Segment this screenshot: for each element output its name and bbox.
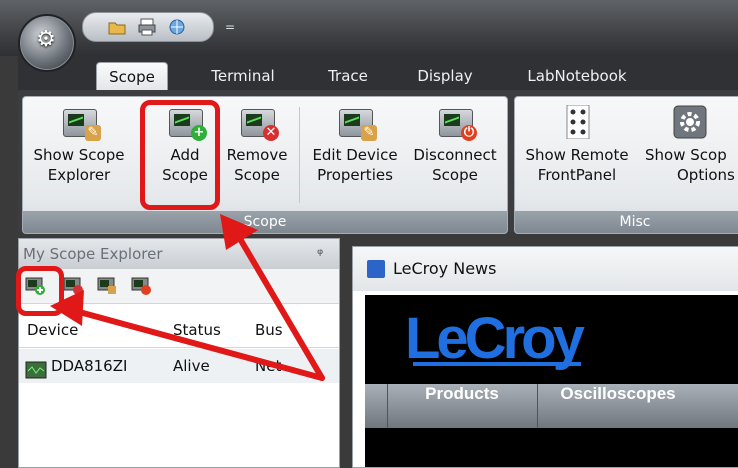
- quick-access-toolbar: [82, 12, 214, 42]
- scope-group: ✎ Show Scope Explorer + Add Scope ✕ Remo…: [22, 96, 508, 234]
- table-row[interactable]: DDA816ZI Alive Net: [19, 349, 339, 383]
- news-title-bar: LeCroy News: [353, 247, 738, 291]
- scope-explorer-icon: ✎: [59, 105, 101, 141]
- table-header: Device Status Bus: [19, 313, 339, 348]
- pin-icon[interactable]: ᵠ: [317, 239, 323, 269]
- disconnect-scope-icon[interactable]: [131, 277, 151, 295]
- button-label: Disconnect: [413, 146, 497, 164]
- scope-explorer-panel: My Scope Explorer ᵠ Device Status Bus DD…: [18, 238, 340, 468]
- nav-products[interactable]: Products: [387, 384, 536, 428]
- show-remote-frontpanel-button[interactable]: Show Remote FrontPanel: [521, 104, 633, 185]
- panel-title-bar: My Scope Explorer ᵠ: [19, 239, 339, 269]
- button-label: Show Remote: [525, 146, 629, 164]
- edit-properties-icon[interactable]: [97, 277, 117, 295]
- app-logo-icon: ⚙: [36, 27, 56, 52]
- remove-scope-icon: ✕: [237, 105, 279, 141]
- button-label: Explorer: [47, 166, 111, 184]
- remote-frontpanel-icon: [557, 104, 597, 140]
- edit-device-properties-button[interactable]: ✎ Edit Device Properties: [303, 105, 407, 185]
- print-icon[interactable]: [137, 17, 157, 37]
- button-label: Options: [677, 166, 735, 184]
- show-scope-explorer-button[interactable]: ✎ Show Scope Explorer: [27, 105, 131, 185]
- button-label: Edit Device: [312, 146, 398, 164]
- button-label: Scope: [234, 166, 280, 184]
- device-status: Alive: [173, 357, 210, 375]
- news-window-icon: [367, 260, 385, 278]
- tab-trace[interactable]: Trace: [316, 62, 380, 90]
- scope-group-label: Scope: [23, 211, 507, 233]
- button-label: Properties: [317, 166, 393, 184]
- column-header-bus[interactable]: Bus: [255, 313, 283, 347]
- button-label: Show Scop: [645, 146, 727, 164]
- news-nav-bar: Products Oscilloscopes: [365, 384, 738, 428]
- toolbar-highlight: [16, 266, 64, 316]
- lecroy-logo: LeCroy: [405, 306, 585, 371]
- button-label: FrontPanel: [537, 166, 617, 184]
- misc-group-label: Misc: [515, 211, 738, 233]
- disconnect-scope-icon: ⏻: [435, 105, 477, 141]
- explorer-toolbar: [19, 269, 339, 304]
- news-content: LeCroy Products Oscilloscopes: [365, 295, 738, 467]
- network-connect-icon[interactable]: [167, 17, 187, 37]
- nav-oscilloscopes[interactable]: Oscilloscopes: [537, 384, 698, 428]
- misc-group: Show Remote FrontPanel Show Scop Options…: [514, 96, 738, 234]
- qat-customize-dropdown[interactable]: =: [225, 20, 235, 34]
- column-header-device[interactable]: Device: [27, 313, 78, 347]
- tab-labnotebook[interactable]: LabNotebook: [512, 62, 642, 90]
- tab-terminal[interactable]: Terminal: [198, 62, 288, 90]
- application-orb-button[interactable]: ⚙: [18, 14, 76, 72]
- column-header-status[interactable]: Status: [173, 313, 221, 347]
- news-title: LeCroy News: [393, 259, 497, 278]
- button-label: Show Scope: [33, 146, 125, 164]
- device-name: DDA816ZI: [51, 357, 128, 375]
- options-gear-icon: [673, 105, 713, 139]
- panel-title: My Scope Explorer: [23, 245, 163, 263]
- edit-properties-icon: ✎: [335, 105, 377, 141]
- button-label: Scope: [432, 166, 478, 184]
- tab-scope[interactable]: Scope: [96, 62, 168, 91]
- lecroy-news-panel: LeCroy News LeCroy Products Oscilloscope…: [352, 246, 738, 468]
- show-scope-options-button[interactable]: Show Scop Options: [637, 105, 738, 185]
- remove-scope-button[interactable]: ✕ Remove Scope: [219, 105, 295, 185]
- remove-scope-icon[interactable]: [63, 277, 83, 295]
- group-separator: [299, 107, 300, 203]
- device-bus: Net: [255, 357, 282, 375]
- tab-display[interactable]: Display: [404, 62, 486, 90]
- button-label: Remove: [226, 146, 288, 164]
- device-icon: [25, 357, 47, 391]
- add-scope-highlight: [140, 100, 220, 210]
- open-folder-icon[interactable]: [107, 17, 127, 37]
- disconnect-scope-button[interactable]: ⏻ Disconnect Scope: [407, 105, 503, 185]
